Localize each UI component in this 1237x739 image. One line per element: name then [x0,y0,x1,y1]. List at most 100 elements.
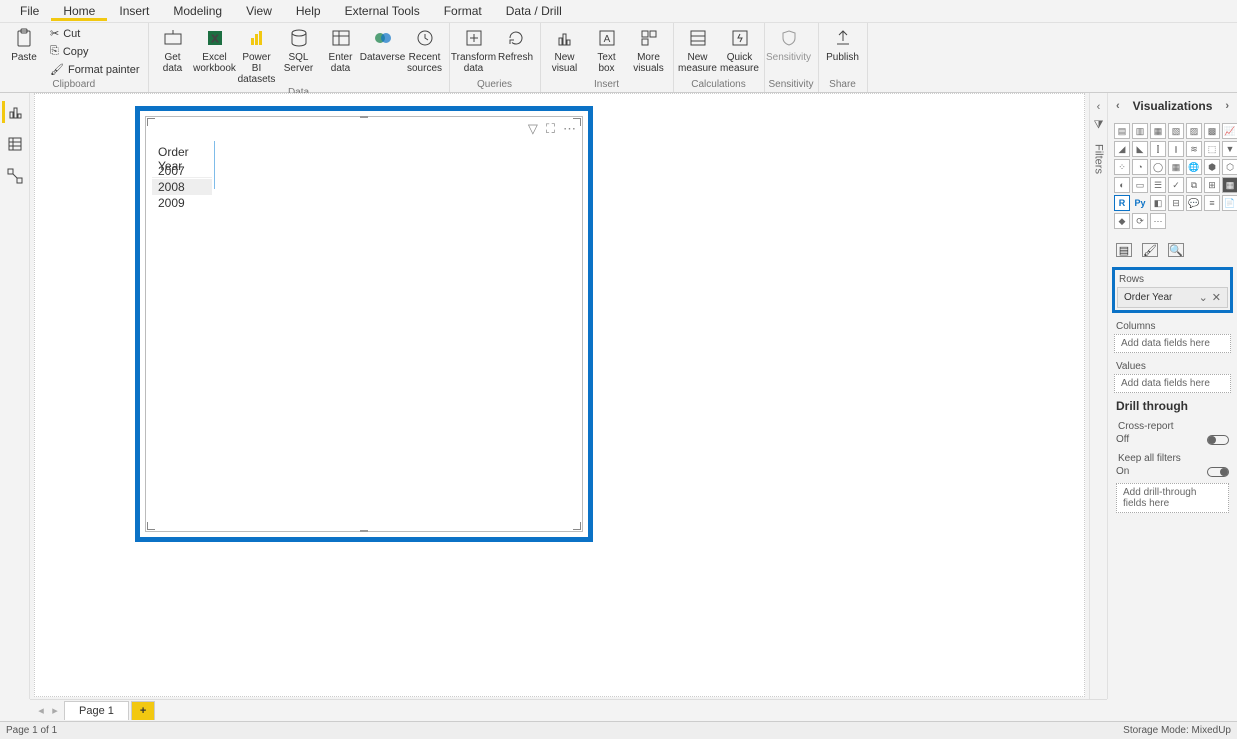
python-visual-icon[interactable]: Py [1132,195,1148,211]
line-chart-icon[interactable]: 📈 [1222,123,1237,139]
refresh-button[interactable]: Refresh [496,25,536,65]
100-stacked-column-icon[interactable]: ▩ [1204,123,1220,139]
quick-measure-button[interactable]: Quick measure [720,25,760,76]
chevron-down-icon[interactable]: ⌄ [1199,291,1208,304]
key-influencers-icon[interactable]: ◧ [1150,195,1166,211]
values-well[interactable]: Add data fields here [1114,374,1231,393]
new-measure-button[interactable]: New measure [678,25,718,76]
queries-group-label: Queries [454,79,536,92]
funnel-chart-icon[interactable]: ▼ [1222,141,1237,157]
text-box-button[interactable]: AText box [587,25,627,76]
area-chart-icon[interactable]: ◢ [1114,141,1130,157]
scatter-icon[interactable]: ⁘ [1114,159,1130,175]
columns-well[interactable]: Add data fields here [1114,334,1231,353]
transform-data-button[interactable]: Transform data [454,25,494,76]
menu-insert[interactable]: Insert [107,1,161,21]
waterfall-icon[interactable]: ⬚ [1204,141,1220,157]
resize-handle-top[interactable] [360,116,368,118]
copy-button[interactable]: ⎘Copy [46,43,144,60]
decomposition-tree-icon[interactable]: ⊟ [1168,195,1184,211]
qa-visual-icon[interactable]: 💬 [1186,195,1202,211]
cut-button[interactable]: ✂Cut [46,25,144,42]
fields-tab[interactable]: ▤ [1116,243,1132,257]
table-visual-icon[interactable]: ⊞ [1204,177,1220,193]
model-view-button[interactable] [2,165,28,187]
report-view-button[interactable] [2,101,28,123]
smart-narrative-icon[interactable]: ≡ [1204,195,1220,211]
menu-home[interactable]: Home [51,1,107,21]
paginated-report-icon[interactable]: 📄 [1222,195,1237,211]
sensitivity-button: Sensitivity [769,25,809,65]
table-row[interactable]: 2009 [152,195,212,211]
r-visual-icon[interactable]: R [1114,195,1130,211]
resize-handle-bottom[interactable] [360,530,368,532]
menu-modeling[interactable]: Modeling [161,1,234,21]
cross-report-toggle[interactable] [1207,435,1229,445]
stacked-column-icon[interactable]: ▥ [1132,123,1148,139]
power-apps-icon[interactable]: ◆ [1114,213,1130,229]
shape-map-icon[interactable]: ⬡ [1222,159,1237,175]
pie-icon[interactable]: ◔ [1132,159,1148,175]
card-icon[interactable]: ▭ [1132,177,1148,193]
gauge-icon[interactable]: ◐ [1114,177,1130,193]
get-more-visuals-icon[interactable]: ⋯ [1150,213,1166,229]
add-page-button[interactable]: + [131,701,155,720]
format-painter-button[interactable]: 🖌Format painter [46,61,144,78]
clustered-bar-icon[interactable]: ▦ [1150,123,1166,139]
matrix-visual-selected[interactable]: ▽ ⛶ ⋯ Order Year 2007 2008 2009 [135,106,593,542]
menu-external-tools[interactable]: External Tools [333,1,432,21]
next-page-button[interactable]: ▸ [48,704,62,717]
100-stacked-bar-icon[interactable]: ▨ [1186,123,1202,139]
map-icon[interactable]: 🌐 [1186,159,1202,175]
publish-button[interactable]: Publish [823,25,863,65]
slicer-icon[interactable]: ⧉ [1186,177,1202,193]
paste-button[interactable]: Paste [4,25,44,65]
collapse-viz-icon[interactable]: ‹ [1116,100,1120,112]
page-tab-1[interactable]: Page 1 [64,701,129,720]
table-row[interactable]: 2008 [152,179,212,195]
report-canvas[interactable]: ▽ ⛶ ⋯ Order Year 2007 2008 2009 [30,93,1089,699]
menu-file[interactable]: File [8,1,51,21]
keep-filters-toggle[interactable] [1207,467,1229,477]
excel-button[interactable]: XExcel workbook [195,25,235,76]
multi-row-card-icon[interactable]: ☰ [1150,177,1166,193]
menu-data-drill[interactable]: Data / Drill [494,1,574,21]
new-visual-button[interactable]: New visual [545,25,585,76]
enter-data-button[interactable]: Enter data [321,25,361,76]
filter-icon[interactable]: ▽ [528,121,538,137]
line-clustered-icon[interactable]: ⫾ [1168,141,1184,157]
focus-mode-icon[interactable]: ⛶ [546,121,555,137]
treemap-icon[interactable]: ▦ [1168,159,1184,175]
rows-field-pill[interactable]: Order Year ⌄✕ [1117,287,1228,308]
table-row[interactable]: 2007 [152,163,212,179]
menu-format[interactable]: Format [432,1,494,21]
sql-server-button[interactable]: SQL Server [279,25,319,76]
more-visuals-button[interactable]: More visuals [629,25,669,76]
analytics-tab[interactable]: 🔍 [1168,243,1184,257]
clustered-column-icon[interactable]: ▧ [1168,123,1184,139]
filled-map-icon[interactable]: ⬢ [1204,159,1220,175]
format-tab[interactable]: 🖌 [1142,243,1158,257]
prev-page-button[interactable]: ◂ [34,704,48,717]
kpi-icon[interactable]: ✓ [1168,177,1184,193]
expand-viz-icon[interactable]: › [1225,100,1229,112]
donut-icon[interactable]: ◯ [1150,159,1166,175]
dataverse-button[interactable]: Dataverse [363,25,403,65]
drill-through-well[interactable]: Add drill-through fields here [1116,483,1229,513]
data-view-button[interactable] [2,133,28,155]
get-data-button[interactable]: Get data [153,25,193,76]
expand-filters-icon[interactable]: ‹ [1097,101,1101,113]
line-column-icon[interactable]: ⫿ [1150,141,1166,157]
filters-pane-collapsed[interactable]: ‹ ⧩ Filters [1089,93,1107,699]
matrix-visual-icon[interactable]: ▦ [1222,177,1237,193]
remove-field-icon[interactable]: ✕ [1212,291,1221,304]
menu-help[interactable]: Help [284,1,333,21]
recent-sources-button[interactable]: Recent sources [405,25,445,76]
ribbon-chart-icon[interactable]: ≋ [1186,141,1202,157]
menu-view[interactable]: View [234,1,284,21]
stacked-bar-icon[interactable]: ▤ [1114,123,1130,139]
power-automate-icon[interactable]: ⟳ [1132,213,1148,229]
stacked-area-icon[interactable]: ◣ [1132,141,1148,157]
pbi-datasets-button[interactable]: Power BI datasets [237,25,277,87]
more-options-icon[interactable]: ⋯ [563,121,576,137]
